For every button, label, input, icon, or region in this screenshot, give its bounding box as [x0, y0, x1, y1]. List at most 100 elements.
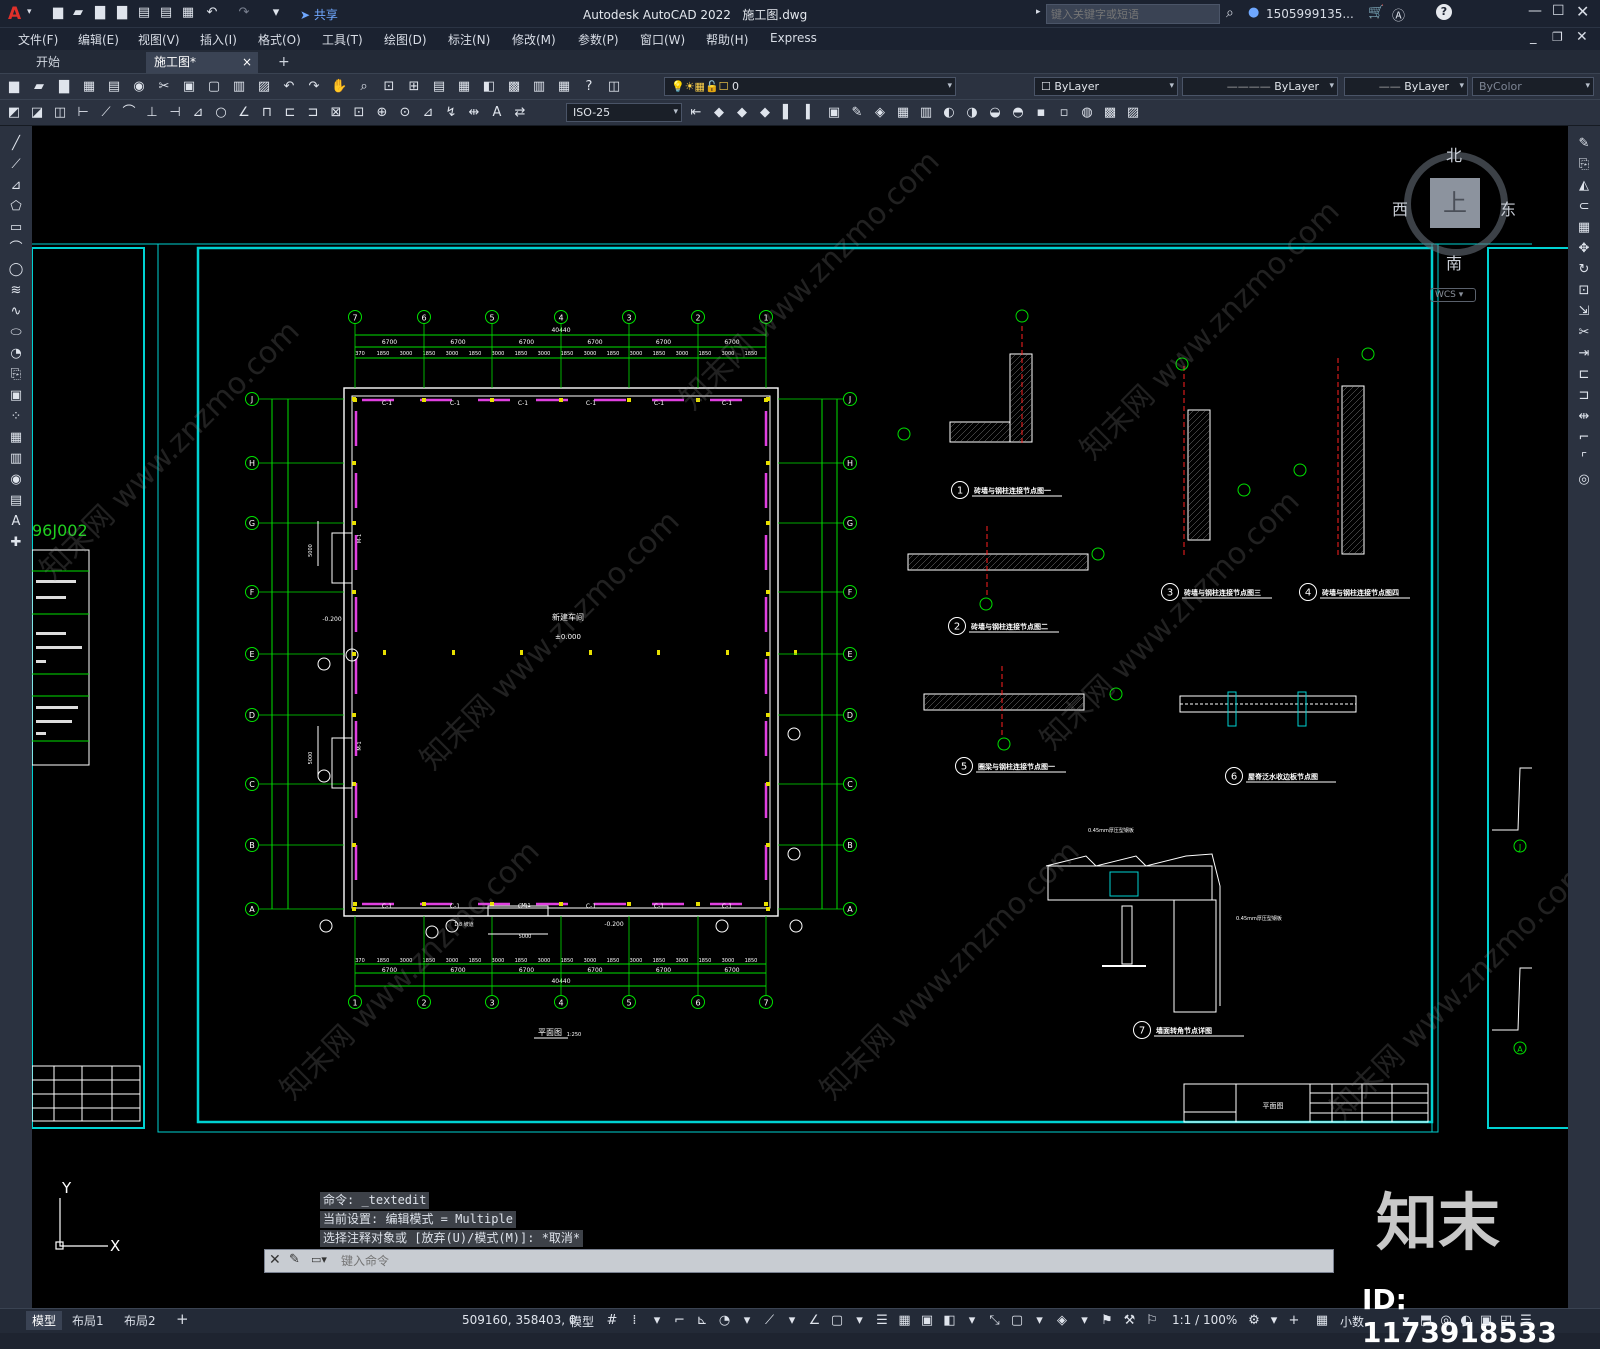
- customize-qat-icon[interactable]: ▾: [268, 5, 284, 21]
- extend-icon[interactable]: ⇥: [1576, 346, 1592, 362]
- save-as-icon[interactable]: ▇: [114, 5, 130, 21]
- stretch-icon[interactable]: ⇲: [1576, 304, 1592, 320]
- zoom-previous-icon[interactable]: ⊞: [406, 79, 422, 95]
- cut-icon[interactable]: ✂: [156, 79, 172, 95]
- drawing-canvas[interactable]: ⁠96J002 C-1 C-1 C-1 C-1 C-1 C-1 C-1 C-1 C-1 C-1 C -…: [32, 126, 1568, 1310]
- add-selected-icon[interactable]: ✚: [8, 535, 24, 551]
- layer-properties-icon[interactable]: ◫: [606, 79, 622, 95]
- color-dropdown[interactable]: ☐ ByLayer ▾: [1034, 77, 1178, 96]
- tab-start[interactable]: 开始: [28, 52, 68, 73]
- new-file-icon[interactable]: ▆: [50, 5, 66, 21]
- continue-dim-icon[interactable]: ⊐: [305, 105, 321, 121]
- break-icon[interactable]: ⊐: [1576, 388, 1592, 404]
- add-layout-icon[interactable]: +: [176, 1310, 189, 1328]
- cube3-icon[interactable]: ◆: [757, 105, 773, 121]
- autodesk-app-icon[interactable]: Ⓐ: [1392, 5, 1405, 24]
- viewcube-east[interactable]: 东: [1500, 196, 1516, 220]
- xline-icon[interactable]: ⟋: [8, 157, 24, 173]
- menu-parametric[interactable]: 参数(P): [578, 31, 619, 48]
- menu-window[interactable]: 窗口(W): [640, 31, 685, 48]
- spline-icon[interactable]: ∿: [8, 304, 24, 320]
- arc-length-icon[interactable]: ⌒: [121, 105, 137, 121]
- array-icon[interactable]: ▦: [1576, 220, 1592, 236]
- trim-icon[interactable]: ✂: [1576, 325, 1592, 341]
- dimstyle-apply-icon[interactable]: ⇤: [688, 105, 704, 121]
- help-icon[interactable]: ?: [581, 79, 597, 95]
- viewcube-north[interactable]: 北: [1446, 142, 1462, 166]
- coordinates-readout[interactable]: 509160, 358403, 0: [462, 1313, 577, 1327]
- snap-icon[interactable]: ⁞: [627, 1313, 643, 1329]
- workspace-icon[interactable]: ⚙: [1246, 1313, 1262, 1329]
- app-menu-arrow-icon[interactable]: ▾: [27, 7, 32, 17]
- 3d-osnap-icon[interactable]: ◧: [942, 1313, 958, 1329]
- erase-icon[interactable]: ✎: [1576, 136, 1592, 152]
- infer-icon[interactable]: ⌐: [672, 1313, 688, 1329]
- menu-edit[interactable]: 编辑(E): [78, 31, 119, 48]
- ellipse-icon[interactable]: ⬭: [8, 325, 24, 341]
- radius-dim-icon[interactable]: ⊣: [167, 105, 183, 121]
- model-space-button[interactable]: 模型: [570, 1313, 594, 1330]
- explode-icon[interactable]: ◎: [1576, 472, 1592, 488]
- wcs-menu[interactable]: WCS ▾: [1430, 288, 1476, 302]
- cube1-icon[interactable]: ◆: [711, 105, 727, 121]
- preview-icon[interactable]: ▤: [106, 79, 122, 95]
- plotstyle-dropdown[interactable]: ByColor ▾: [1472, 77, 1594, 96]
- view6-icon[interactable]: ▫: [1056, 105, 1072, 121]
- search-input[interactable]: [1046, 4, 1220, 24]
- ucs1-icon[interactable]: ▌: [780, 105, 796, 121]
- viewcube-south[interactable]: 南: [1446, 250, 1462, 274]
- scale-icon[interactable]: ⊡: [1576, 283, 1592, 299]
- save-icon[interactable]: ▇: [56, 79, 72, 95]
- circle-icon[interactable]: ◯: [8, 262, 24, 278]
- tolerance-icon[interactable]: ⊕: [374, 105, 390, 121]
- minimize-window-icon[interactable]: —: [1528, 3, 1542, 19]
- aligned-dim-icon[interactable]: ⟋: [98, 105, 114, 121]
- copy-icon[interactable]: ▣: [181, 79, 197, 95]
- menu-icon[interactable]: ▾: [964, 1313, 980, 1329]
- tab-active-drawing[interactable]: 施工图* ×: [146, 52, 258, 73]
- open-file-icon[interactable]: ▰: [70, 5, 86, 21]
- ucs4-icon[interactable]: ✎: [849, 105, 865, 121]
- baseline-dim-icon[interactable]: ⊏: [282, 105, 298, 121]
- isodraft-icon[interactable]: ⟋: [762, 1313, 778, 1329]
- center-mark-icon[interactable]: ⊙: [397, 105, 413, 121]
- view8-icon[interactable]: ▩: [1102, 105, 1118, 121]
- dyn-ucs-icon[interactable]: ⤡: [987, 1313, 1003, 1329]
- layout-tab-2[interactable]: 布局2: [124, 1312, 156, 1329]
- dimstyle-dropdown[interactable]: ISO-25 ▾: [566, 103, 682, 122]
- layer-icon[interactable]: ◪: [29, 105, 45, 121]
- diameter-dim-icon[interactable]: ○: [213, 105, 229, 121]
- sheet-set-icon[interactable]: ▩: [506, 79, 522, 95]
- match-properties-icon[interactable]: ▥: [231, 79, 247, 95]
- ellipse-arc-icon[interactable]: ◔: [8, 346, 24, 362]
- open-web-icon[interactable]: ▤: [136, 5, 152, 21]
- new-icon[interactable]: ▆: [6, 79, 22, 95]
- polar-menu-icon[interactable]: ▾: [739, 1313, 755, 1329]
- gizmo-icon[interactable]: ◈: [1054, 1313, 1070, 1329]
- doc-restore-icon[interactable]: ❐: [1552, 30, 1563, 44]
- workspace-menu-icon[interactable]: ▾: [1266, 1313, 1282, 1329]
- iso-menu-icon[interactable]: ▾: [784, 1313, 800, 1329]
- make-block-icon[interactable]: ▣: [8, 388, 24, 404]
- plot-icon[interactable]: ▦: [180, 5, 196, 21]
- snap-menu-icon[interactable]: ▾: [649, 1313, 665, 1329]
- open-icon[interactable]: ▰: [31, 79, 47, 95]
- quick-dim-icon[interactable]: ⊓: [259, 105, 275, 121]
- redo-icon[interactable]: ↷: [306, 79, 322, 95]
- maximize-window-icon[interactable]: ☐: [1552, 3, 1565, 19]
- help-icon[interactable]: ?: [1436, 4, 1452, 20]
- annotation-visibility-icon[interactable]: ⚑: [1099, 1313, 1115, 1329]
- save-icon[interactable]: ▇: [92, 5, 108, 21]
- menu-file[interactable]: 文件(F): [18, 31, 58, 48]
- view3-icon[interactable]: ◒: [987, 105, 1003, 121]
- view7-icon[interactable]: ◍: [1079, 105, 1095, 121]
- annotation-monitor-icon[interactable]: +: [1286, 1313, 1302, 1329]
- dim-edit-icon[interactable]: ⇹: [466, 105, 482, 121]
- ucs5-icon[interactable]: ◈: [872, 105, 888, 121]
- new-tab-button[interactable]: +: [270, 52, 298, 73]
- quickcalc-icon[interactable]: ▦: [556, 79, 572, 95]
- viewcube-top-face[interactable]: 上: [1430, 178, 1480, 228]
- hatch-icon[interactable]: ▦: [8, 430, 24, 446]
- table-icon[interactable]: ▤: [8, 493, 24, 509]
- osnap-icon[interactable]: ▢: [829, 1313, 845, 1329]
